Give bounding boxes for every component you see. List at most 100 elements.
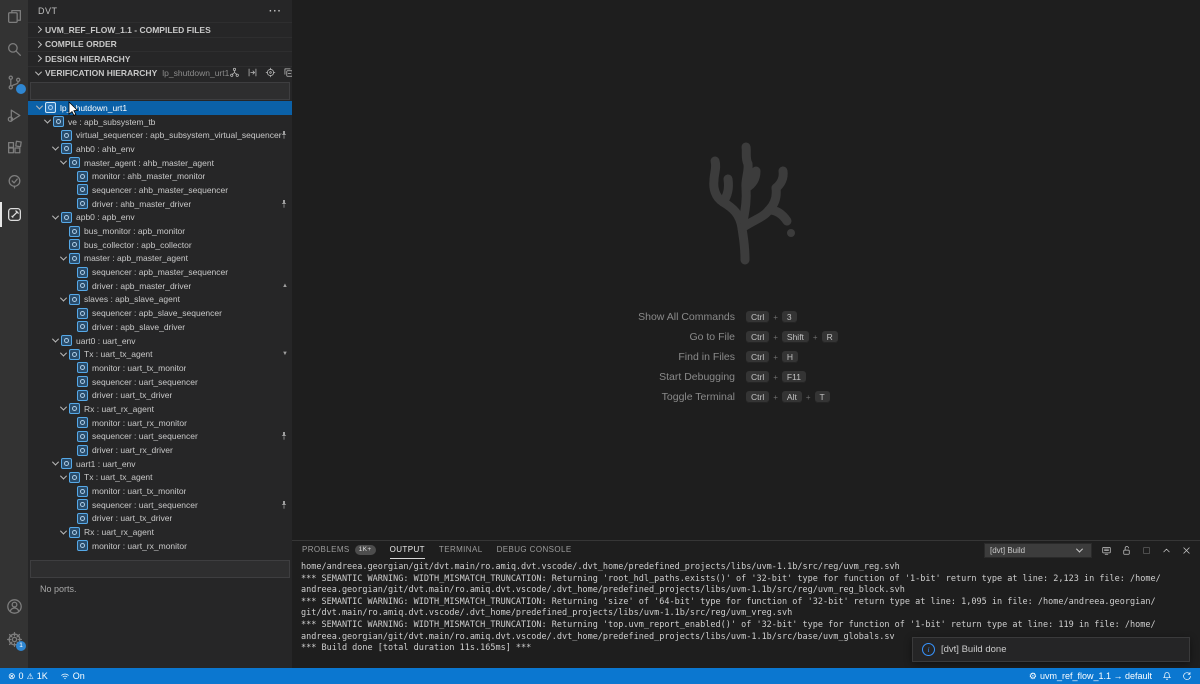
tree-item[interactable]: master_agent : ahb_master_agent [28, 156, 292, 170]
dvt-verify-icon [6, 173, 23, 190]
key-chip: H [782, 351, 798, 363]
activity-account-icon[interactable] [0, 590, 28, 623]
hierarchy-filter-box[interactable] [30, 82, 290, 100]
tree-item[interactable]: Rx : uart_rx_agent [28, 402, 292, 416]
tree-item[interactable]: driver : apb_master_driver▲ [28, 279, 292, 293]
panel-tab-output[interactable]: OUTPUT [390, 541, 425, 559]
watermark-commands: Show All CommandsCtrl+3Go to FileCtrl+Sh… [292, 311, 1200, 403]
watermark-command-label: Start Debugging [292, 371, 746, 383]
warnings-icon [27, 671, 34, 681]
uvm-component-icon [69, 239, 80, 250]
tree-item[interactable]: slaves : apb_slave_agent [28, 293, 292, 307]
tree-item[interactable]: apb0 : apb_env [28, 211, 292, 225]
tree-item-label: driver : ahb_master_driver [92, 199, 191, 209]
tree-item-label: driver : apb_slave_driver [92, 322, 185, 332]
clear-output-icon[interactable] [1141, 545, 1152, 556]
activity-bar: 1 [0, 0, 28, 668]
pin-icon [280, 432, 288, 441]
chevron-down-icon [58, 297, 68, 302]
tree-item[interactable]: bus_monitor : apb_monitor [28, 224, 292, 238]
activity-settings-gear-icon[interactable]: 1 [0, 623, 28, 656]
section-header-design-hierarchy[interactable]: DESIGN HIERARCHY [28, 51, 292, 66]
section-header-verification-hierarchy[interactable]: VERIFICATION HIERARCHYlp_shutdown_urt1 [28, 66, 292, 81]
uvm-component-icon [77, 540, 88, 551]
panel-tab-terminal[interactable]: TERMINAL [439, 541, 483, 559]
tree-item[interactable]: monitor : uart_tx_monitor [28, 484, 292, 498]
tree-item[interactable]: sequencer : uart_sequencer [28, 375, 292, 389]
locate-icon[interactable] [265, 67, 276, 80]
bell-status-item[interactable] [1162, 671, 1172, 681]
tree-item[interactable]: driver : apb_slave_driver [28, 320, 292, 334]
tree-item[interactable]: sequencer : apb_master_sequencer [28, 265, 292, 279]
output-channel-select[interactable]: [dvt] Build [984, 543, 1092, 558]
activity-dvt-verify-icon[interactable] [0, 165, 28, 198]
output-line: *** SEMANTIC WARNING: WIDTH_MISMATCH_TRU… [301, 574, 1200, 586]
tree-item[interactable]: Rx : uart_rx_agent [28, 525, 292, 539]
uvm-component-icon [61, 335, 72, 346]
unlock-icon[interactable] [1121, 545, 1132, 556]
key-chip: Alt [782, 391, 802, 403]
tree-item-label: Rx : uart_rx_agent [84, 404, 154, 414]
activity-source-control-icon[interactable] [0, 66, 28, 99]
problems-status[interactable]: 0 1K [8, 671, 48, 682]
activity-run-debug-icon[interactable] [0, 99, 28, 132]
tree-item-label: sequencer : ahb_master_sequencer [92, 185, 228, 195]
tree-item[interactable]: master : apb_master_agent [28, 252, 292, 266]
notification-toast[interactable]: [dvt] Build done [912, 637, 1190, 662]
gear-icon [1029, 671, 1037, 682]
pin-icon [280, 500, 288, 509]
tree-item[interactable]: monitor : uart_rx_monitor [28, 539, 292, 553]
output-line: *** SEMANTIC WARNING: WIDTH_MISMATCH_TRU… [301, 620, 1200, 632]
reload-status-item[interactable] [1182, 671, 1192, 681]
tree-item[interactable]: monitor : uart_tx_monitor [28, 361, 292, 375]
tree-item[interactable]: Tx : uart_tx_agent▼ [28, 347, 292, 361]
dvt-project-status[interactable]: uvm_ref_flow_1.1 → default [1029, 671, 1152, 682]
tree-item[interactable]: monitor : ahb_master_monitor [28, 169, 292, 183]
errors-icon [8, 671, 16, 682]
key-chip: Shift [782, 331, 809, 343]
tree-item[interactable]: driver : uart_rx_driver [28, 443, 292, 457]
tree-item[interactable]: ve : apb_subsystem_tb [28, 115, 292, 129]
section-header-compile-order[interactable]: COMPILE ORDER [28, 37, 292, 52]
network-status[interactable]: On [60, 671, 85, 681]
tree-item[interactable]: sequencer : apb_slave_sequencer [28, 306, 292, 320]
tree-item[interactable]: sequencer : uart_sequencer [28, 498, 292, 512]
open-log-icon[interactable] [1101, 545, 1112, 556]
activity-dvt-icon[interactable] [0, 198, 28, 231]
watermark-command: Toggle TerminalCtrl+Alt+T [292, 391, 1200, 403]
collapse-all-icon[interactable] [283, 67, 292, 80]
ports-status-text: No ports. [28, 578, 292, 594]
activity-search-icon[interactable] [0, 33, 28, 66]
uvm-component-icon [77, 486, 88, 497]
close-panel-icon[interactable] [1181, 545, 1192, 556]
watermark-command-keys: Ctrl+3 [746, 311, 1200, 323]
activity-files-icon[interactable] [0, 0, 28, 33]
more-actions-icon[interactable] [269, 6, 282, 17]
output-line: git/dvt.main/ro.amiq.dvt.vscode/.dvt_hom… [301, 608, 1200, 620]
section-header-uvm-ref-flow-1-1-compiled-files[interactable]: UVM_REF_FLOW_1.1 - COMPILED FILES [28, 22, 292, 37]
activity-extensions-icon[interactable] [0, 132, 28, 165]
tree-item[interactable]: uart1 : uart_env [28, 457, 292, 471]
panel-tab-problems[interactable]: PROBLEMS1K+ [302, 541, 376, 559]
tree-item-label: slaves : apb_slave_agent [84, 294, 180, 304]
tree-item[interactable]: driver : uart_tx_driver [28, 388, 292, 402]
tree-item-label: monitor : ahb_master_monitor [92, 171, 205, 181]
hierarchy-icon[interactable] [229, 67, 240, 80]
tree-item[interactable]: virtual_sequencer : apb_subsystem_virtua… [28, 128, 292, 142]
tree-item[interactable]: sequencer : uart_sequencer [28, 430, 292, 444]
link-editor-icon[interactable] [247, 67, 258, 80]
maximize-panel-icon[interactable] [1161, 545, 1172, 556]
tree-item[interactable]: driver : ahb_master_driver [28, 197, 292, 211]
ports-filter-box[interactable] [30, 560, 290, 578]
uvm-component-icon [69, 472, 80, 483]
tree-item[interactable]: Tx : uart_tx_agent [28, 471, 292, 485]
files-icon [6, 8, 23, 25]
tree-item[interactable]: driver : uart_tx_driver [28, 512, 292, 526]
tree-item[interactable]: sequencer : ahb_master_sequencer [28, 183, 292, 197]
tree-item[interactable]: monitor : uart_rx_monitor [28, 416, 292, 430]
uvm-component-icon [77, 184, 88, 195]
tree-item[interactable]: ahb0 : ahb_env [28, 142, 292, 156]
panel-tab-debug-console[interactable]: DEBUG CONSOLE [497, 541, 572, 559]
tree-item[interactable]: bus_collector : apb_collector [28, 238, 292, 252]
tree-item[interactable]: uart0 : uart_env [28, 334, 292, 348]
